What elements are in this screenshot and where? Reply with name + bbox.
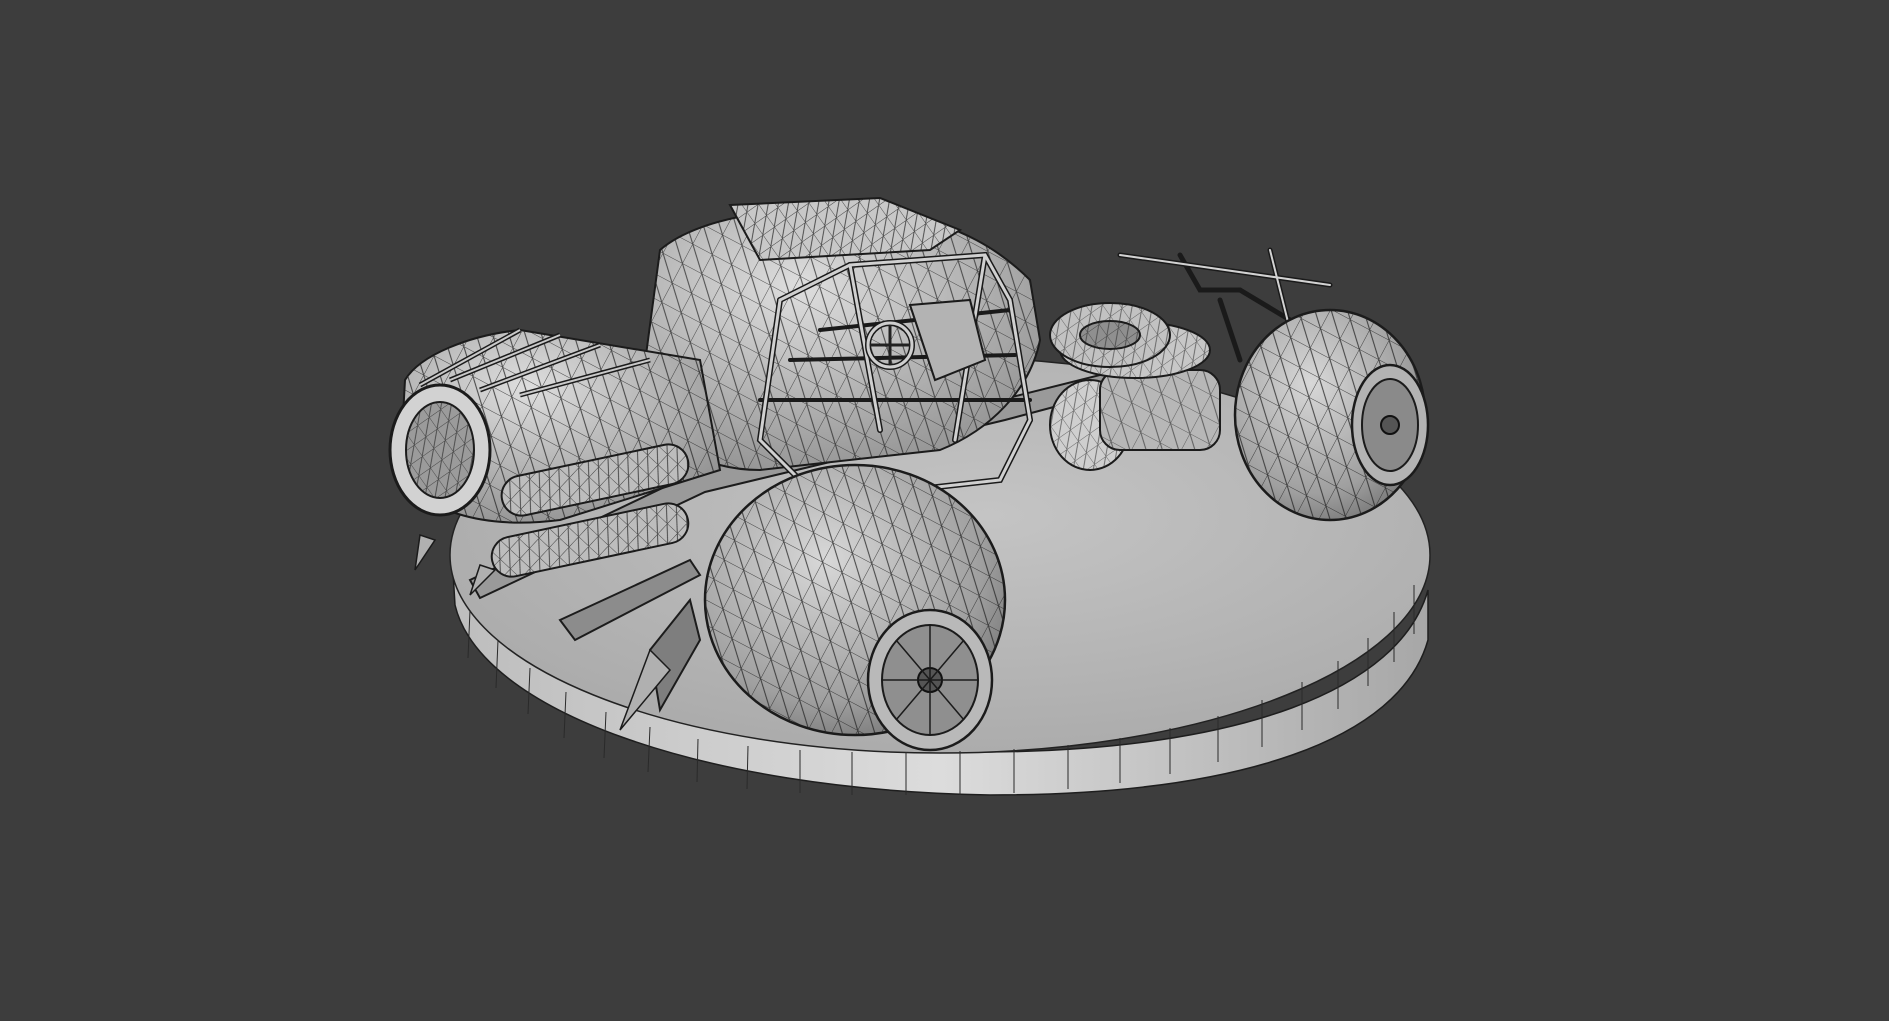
spare-tire [1049,302,1171,368]
viewport-canvas[interactable] [0,0,1889,1021]
steering-wheel [865,320,915,370]
front-wheel [1233,308,1430,522]
3d-viewport[interactable] [0,0,1889,1021]
